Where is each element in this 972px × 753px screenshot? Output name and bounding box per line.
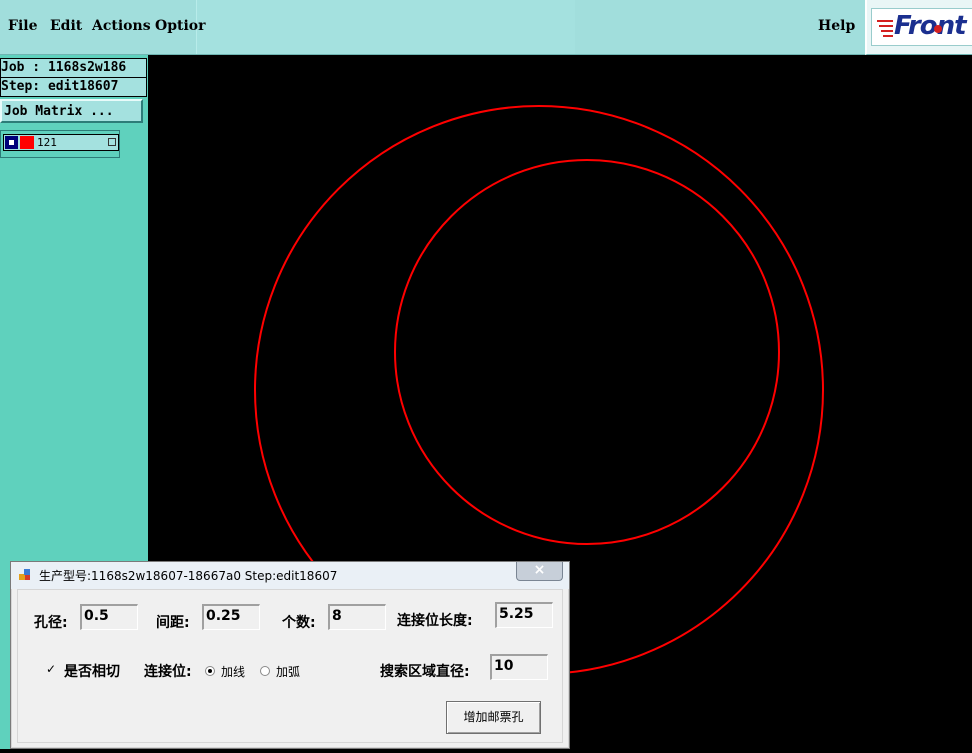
search-diameter-input[interactable]: 10 bbox=[490, 654, 548, 680]
app-icon bbox=[19, 569, 30, 580]
dialog-body: 孔径: 0.5 间距: 0.25 个数: 8 连接位长度: 5.25 ✓ 是否相… bbox=[17, 589, 563, 743]
menu-file[interactable]: File bbox=[8, 18, 37, 34]
hole-diameter-label: 孔径: bbox=[34, 615, 68, 631]
job-matrix-button[interactable]: Job Matrix ... bbox=[0, 99, 143, 123]
layer-name: 121 bbox=[37, 136, 57, 149]
connection-type-label: 连接位: bbox=[144, 664, 192, 680]
menu-actions[interactable]: Actions bbox=[92, 18, 151, 34]
radio-add-arc-label: 加弧 bbox=[276, 665, 301, 679]
search-diameter-label: 搜索区域直径: bbox=[380, 664, 470, 680]
menubar-spacer bbox=[196, 0, 575, 54]
logo-dot bbox=[934, 25, 942, 33]
stamp-hole-dialog: 生产型号:1168s2w18607-18667a0 Step:edit18607… bbox=[10, 561, 570, 749]
layer-visible-checkbox[interactable] bbox=[5, 136, 18, 149]
logo-text: Front bbox=[894, 11, 967, 41]
count-input[interactable]: 8 bbox=[328, 604, 386, 630]
dialog-title: 生产型号:1168s2w18607-18667a0 Step:edit18607 bbox=[39, 569, 338, 583]
layer-row[interactable]: 121 bbox=[0, 130, 120, 158]
hole-diameter-input[interactable]: 0.5 bbox=[80, 604, 138, 630]
connection-length-input[interactable]: 5.25 bbox=[495, 602, 553, 628]
add-stamp-holes-button[interactable]: 增加邮票孔 bbox=[446, 701, 541, 734]
frontline-logo: Front bbox=[865, 0, 972, 55]
spacing-input[interactable]: 0.25 bbox=[202, 604, 260, 630]
inner-circle bbox=[394, 159, 780, 545]
layer-entry[interactable]: 121 bbox=[3, 134, 119, 151]
menu-options[interactable]: Optior bbox=[155, 18, 205, 34]
count-label: 个数: bbox=[282, 615, 316, 631]
menubar: File Edit Actions Optior Help bbox=[0, 0, 865, 55]
radio-add-line-label: 加线 bbox=[221, 665, 246, 679]
logo-panel: Front bbox=[871, 8, 972, 46]
close-button[interactable]: × bbox=[516, 562, 563, 581]
connection-length-label: 连接位长度: bbox=[397, 613, 473, 629]
layer-color-swatch[interactable] bbox=[20, 136, 34, 149]
spacing-label: 间距: bbox=[156, 615, 190, 631]
logo-stripes-icon bbox=[877, 20, 893, 37]
radio-add-arc[interactable] bbox=[260, 666, 270, 676]
tangent-checkbox[interactable]: ✓ bbox=[45, 663, 57, 675]
menu-help[interactable]: Help bbox=[818, 18, 855, 34]
radio-add-line[interactable] bbox=[205, 666, 215, 676]
tangent-label: 是否相切 bbox=[64, 664, 120, 680]
layer-options-icon[interactable] bbox=[108, 138, 116, 146]
step-name-label: Step: edit18607 bbox=[0, 77, 147, 97]
menu-edit[interactable]: Edit bbox=[50, 18, 82, 34]
dialog-titlebar[interactable]: 生产型号:1168s2w18607-18667a0 Step:edit18607… bbox=[11, 562, 569, 589]
job-name-label: Job : 1168s2w186 bbox=[0, 58, 147, 78]
